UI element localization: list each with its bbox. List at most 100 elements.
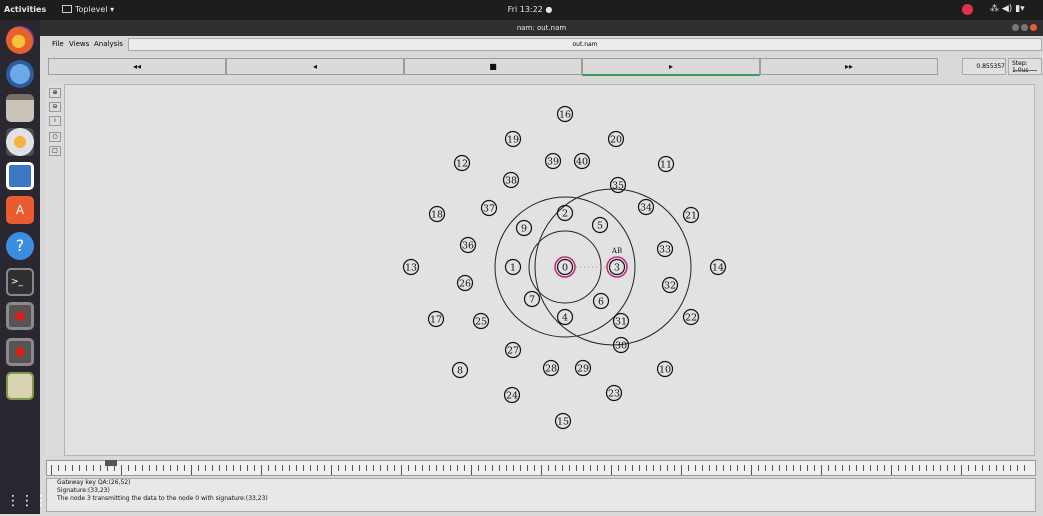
network-node-2[interactable]: 2 [556,204,574,222]
network-node-18[interactable]: 18 [428,205,446,223]
step-slider[interactable]: Step: 1.0us [1008,58,1042,75]
network-node-38[interactable]: 38 [502,171,520,189]
record-indicator-icon[interactable] [962,4,973,15]
apps-grid-icon[interactable]: ⋮⋮⋮ [6,488,48,516]
network-node-29[interactable]: 29 [574,359,592,377]
network-node-0[interactable]: 0 [554,256,576,278]
network-node-22[interactable]: 22 [682,308,700,326]
network-node-5[interactable]: 5 [591,216,609,234]
timeline-tick [254,465,255,471]
timeline-tick [450,465,451,471]
network-node-19[interactable]: 19 [504,130,522,148]
timeline-tick [569,465,570,471]
network-node-20[interactable]: 20 [607,130,625,148]
network-node-32[interactable]: 32 [661,276,679,294]
app-menu[interactable]: Toplevel ▾ [62,5,114,14]
network-node-31[interactable]: 31 [612,312,630,330]
terminal-icon[interactable]: >_ [6,268,34,296]
network-node-12[interactable]: 12 [453,154,471,172]
network-node-30[interactable]: 30 [612,336,630,354]
help-icon[interactable]: ? [6,232,34,260]
recorder-icon-2[interactable] [6,338,34,366]
rewind-button[interactable]: ◂◂ [48,58,226,75]
clock[interactable]: Fri 13:22 ● [500,5,560,14]
node-label: 28 [545,364,557,375]
network-node-35[interactable]: 35 [609,176,627,194]
network-node-14[interactable]: 14 [709,258,727,276]
node-label: 3 [614,263,620,274]
network-node-7[interactable]: 7 [523,290,541,308]
rhythmbox-icon[interactable] [6,128,34,156]
node-label: 31 [615,317,627,328]
network-node-26[interactable]: 26 [456,274,474,292]
network-node-1[interactable]: 1 [504,258,522,276]
network-node-11[interactable]: 11 [657,155,675,173]
network-node-36[interactable]: 36 [459,236,477,254]
network-node-4[interactable]: 4 [556,308,574,326]
minimize-icon[interactable] [1012,24,1019,31]
network-node-15[interactable]: 15 [554,412,572,430]
timeline-tick [828,465,829,471]
zoom-in-icon[interactable]: ⊕ [49,88,61,98]
firefox-icon[interactable] [6,26,34,54]
network-canvas[interactable]: AB 16 19 20 12 39 40 11 38 35 18 37 2 34 21 9 5 36 33 13 1 0… [64,84,1035,456]
close-icon[interactable] [1030,24,1037,31]
menu-views[interactable]: Views [69,40,89,48]
pan-icon[interactable]: ⁞ [49,116,61,126]
network-node-25[interactable]: 25 [472,312,490,330]
menu-analysis[interactable]: Analysis [94,40,123,48]
network-node-34[interactable]: 34 [637,198,655,216]
timeline-tick [233,465,234,471]
timeline-tick [79,465,80,471]
network-node-17[interactable]: 17 [427,310,445,328]
network-node-13[interactable]: 13 [402,258,420,276]
timeline-tick [1017,465,1018,471]
node-label: 8 [457,366,463,377]
network-node-33[interactable]: 33 [656,240,674,258]
thunderbird-icon[interactable] [6,60,34,88]
network-node-8[interactable]: 8 [451,361,469,379]
zoom-out-icon[interactable]: ⊖ [49,102,61,112]
timeline-tick [667,465,668,471]
menu-file[interactable]: File [52,40,64,48]
step-slider-track[interactable] [1013,70,1037,71]
writer-icon[interactable] [6,162,34,190]
timeline-tick [576,465,577,471]
network-node-16[interactable]: 16 [556,105,574,123]
network-node-23[interactable]: 23 [605,384,623,402]
timeline-tick [786,465,787,471]
network-graph: AB 1619 2012 39 40 1138 351837 234219 536 3313 1 0… [402,105,727,430]
timeline-bar[interactable] [46,460,1036,476]
network-node-39[interactable]: 39 [544,152,562,170]
timeline-tick [618,465,619,471]
network-node-10[interactable]: 10 [656,360,674,378]
image-viewer-icon[interactable] [6,372,34,400]
timeline-tick [205,465,206,471]
network-node-27[interactable]: 27 [504,341,522,359]
network-node-21[interactable]: 21 [682,206,700,224]
network-node-3[interactable]: 3 [606,256,628,278]
stop-button[interactable]: ■ [404,58,582,75]
recorder-icon[interactable] [6,302,34,330]
node-label: 22 [685,313,697,324]
maximize-icon[interactable] [1021,24,1028,31]
step-back-button[interactable]: ◂ [226,58,404,75]
system-menu[interactable]: ⁂ ◀) ▮▾ [990,4,1025,14]
network-node-6[interactable]: 6 [592,292,610,310]
network-node-40[interactable]: 40 [573,152,591,170]
tool-toggle-icon-2[interactable]: □ [49,146,61,156]
timeline-tick [702,465,703,471]
files-icon[interactable] [6,94,34,122]
activities-button[interactable]: Activities [4,5,46,14]
fast-forward-button[interactable]: ▸▸ [760,58,938,75]
software-icon[interactable]: A [6,196,34,224]
timeline-tick [870,465,871,471]
network-node-37[interactable]: 37 [480,199,498,217]
timeline-tick [758,465,759,471]
timeline-tick [723,465,724,471]
network-node-24[interactable]: 24 [503,386,521,404]
tool-toggle-icon[interactable]: ○ [49,132,61,142]
play-button[interactable]: ▸ [582,58,760,76]
network-node-28[interactable]: 28 [542,359,560,377]
network-node-9[interactable]: 9 [515,219,533,237]
